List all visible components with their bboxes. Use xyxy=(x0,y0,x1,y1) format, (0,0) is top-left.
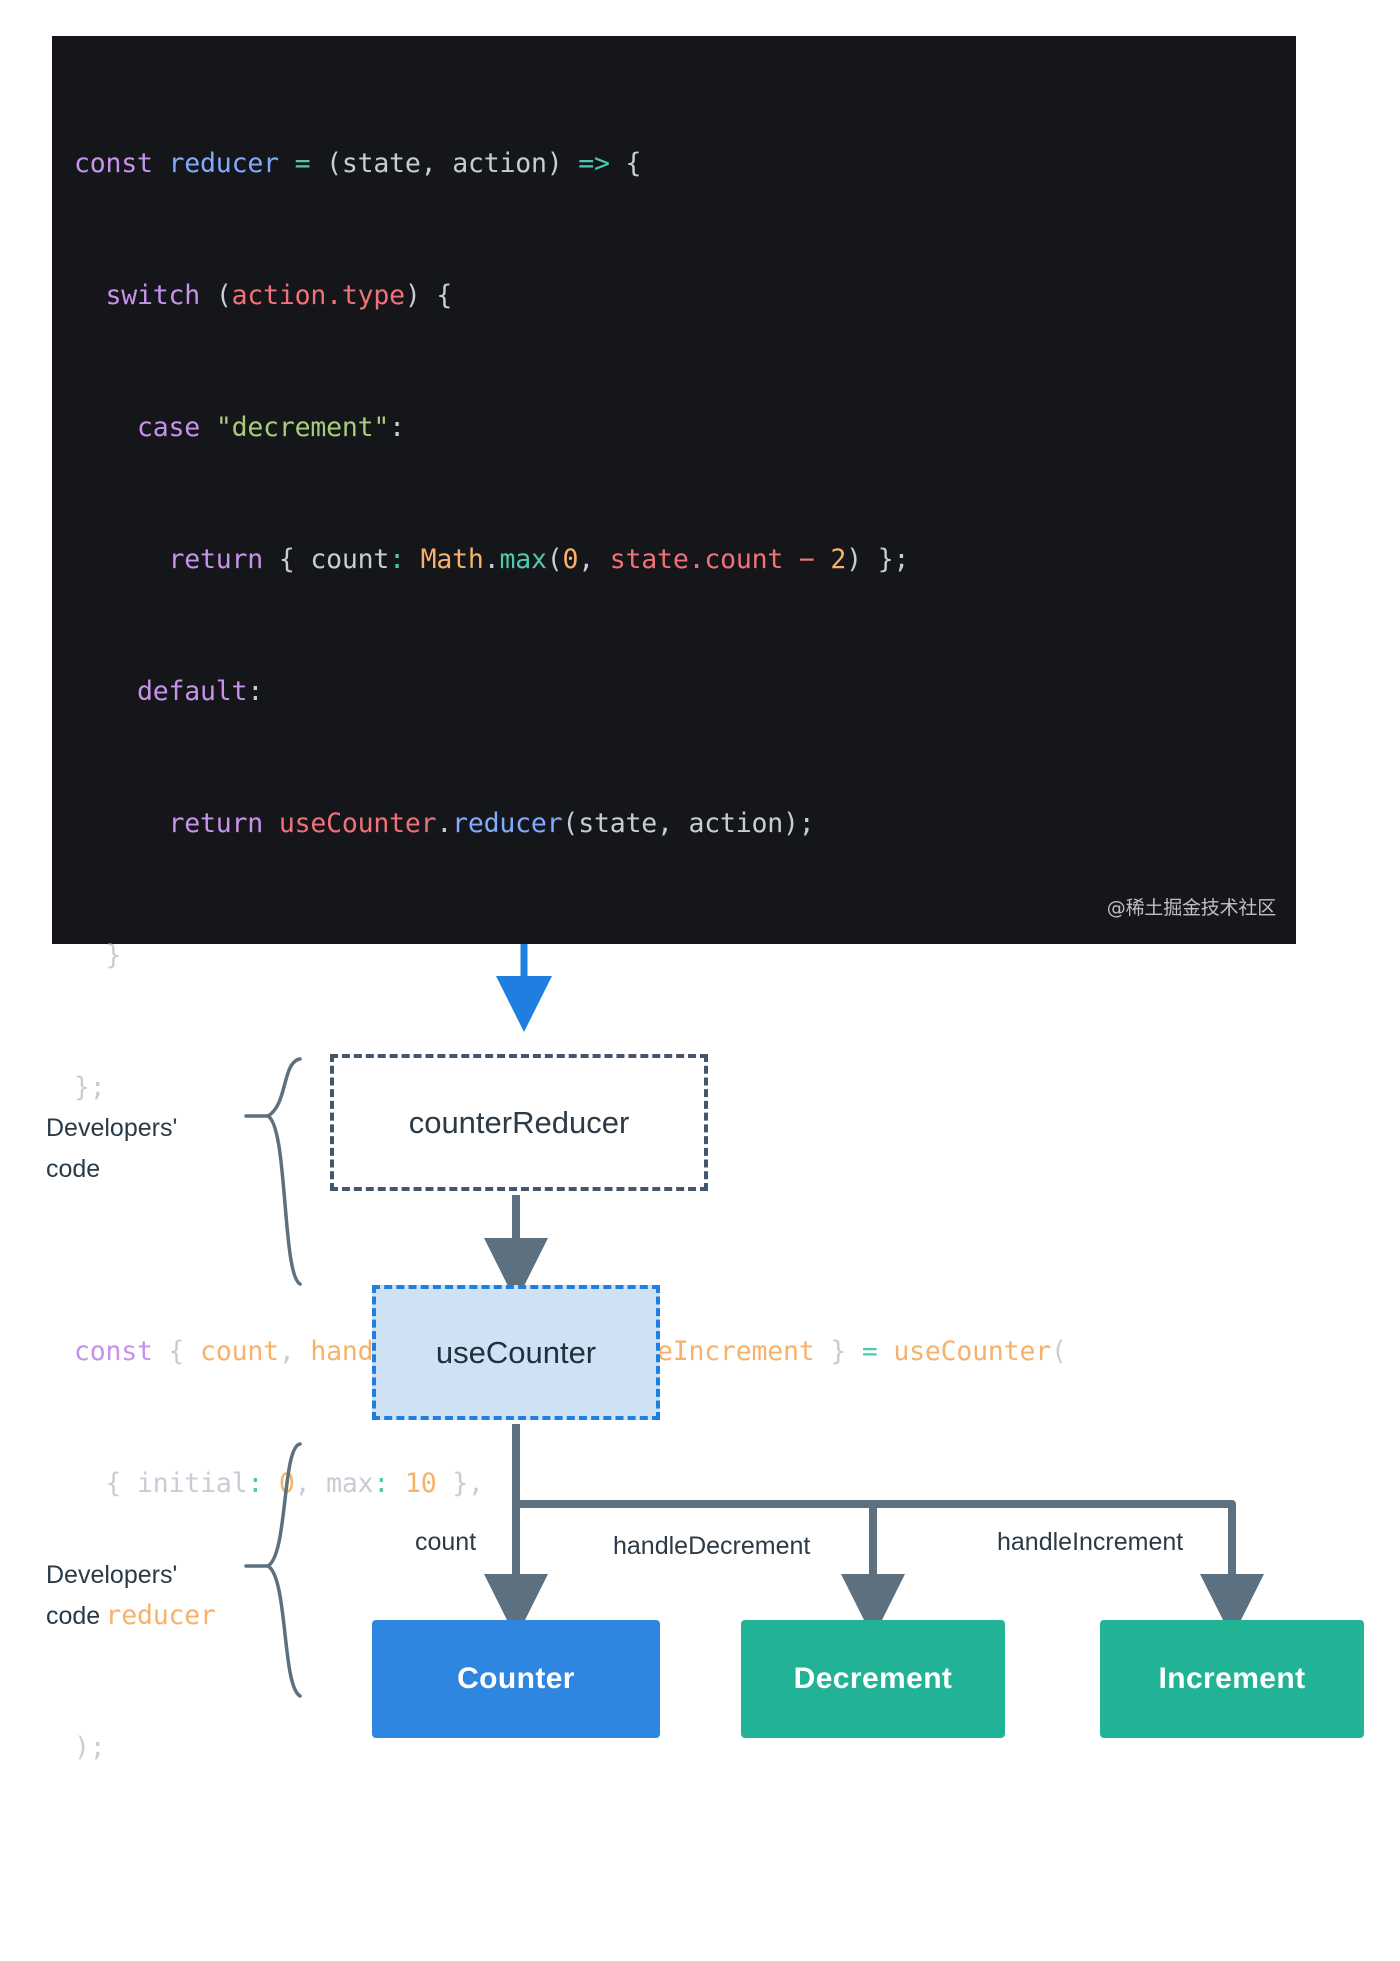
code-line-4: return { count: Math.max(0, state.count … xyxy=(168,544,910,575)
code-block: const reducer = (state, action) => { swi… xyxy=(52,36,1296,1763)
code-line-2: switch (action.type) { xyxy=(105,280,453,311)
edge-label-handle-decrement: handleDecrement xyxy=(613,1532,811,1560)
code-line-6: return useCounter.reducer(state, action)… xyxy=(168,808,815,839)
page-root: const reducer = (state, action) => { swi… xyxy=(0,0,1400,1961)
node-counter-reducer[interactable]: counterReducer xyxy=(330,1054,708,1191)
code-line-5: default: xyxy=(137,676,264,707)
node-label: useCounter xyxy=(435,1334,597,1370)
code-line-3: case "decrement": xyxy=(137,412,405,443)
edge-label-handle-increment: handleIncrement xyxy=(997,1528,1184,1556)
edge-label-count: count xyxy=(415,1528,477,1556)
brace-label-line-2: code xyxy=(46,1602,101,1630)
node-counter[interactable]: Counter xyxy=(372,1620,660,1738)
code-line-1: const reducer = (state, action) => { xyxy=(74,148,642,179)
watermark: @稀土掘金技术社区 xyxy=(1106,897,1276,919)
node-increment[interactable]: Increment xyxy=(1100,1620,1364,1738)
node-label: Increment xyxy=(1158,1662,1306,1695)
brace-label-line-1: Developers' xyxy=(46,1561,178,1589)
architecture-diagram: Developers' code Developers' code counte… xyxy=(0,944,1400,1961)
brace-label-developers-code-bottom: Developers' code xyxy=(46,1555,177,1637)
brace-label-line-1: Developers' xyxy=(46,1114,178,1142)
brace-label-developers-code-top: Developers' code xyxy=(46,1108,177,1190)
node-label: Counter xyxy=(457,1662,575,1695)
node-decrement[interactable]: Decrement xyxy=(741,1620,1005,1738)
node-label: Decrement xyxy=(793,1662,953,1695)
brace-label-line-2: code xyxy=(46,1155,101,1183)
node-use-counter[interactable]: useCounter xyxy=(372,1285,660,1420)
node-label: counterReducer xyxy=(408,1104,630,1140)
